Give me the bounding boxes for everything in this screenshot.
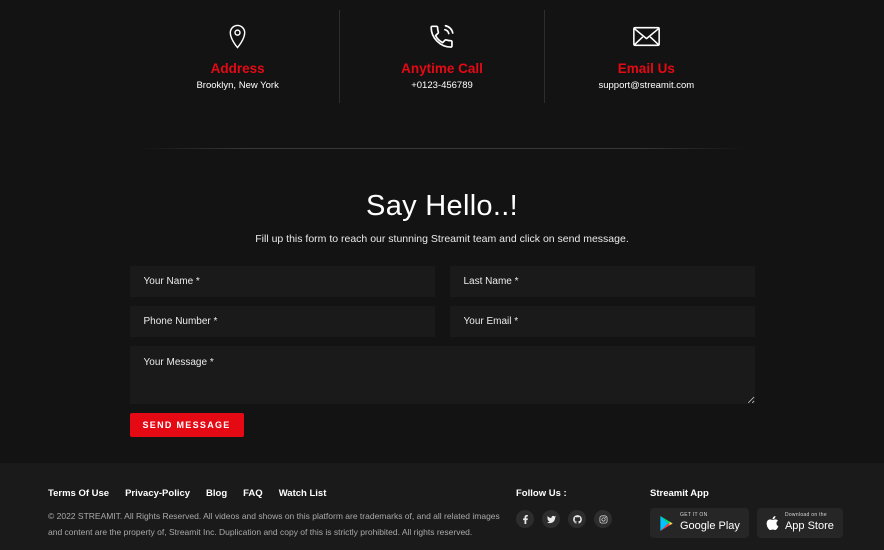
twitter-link[interactable]	[542, 510, 560, 528]
contact-title: Email Us	[545, 61, 748, 76]
footer-link-blog[interactable]: Blog	[206, 488, 227, 499]
location-pin-icon	[136, 20, 339, 52]
copyright-line: and content are the property of, Streami…	[48, 525, 500, 541]
contact-address-block: Address Brooklyn, New York	[136, 10, 339, 103]
footer-link-watchlist[interactable]: Watch List	[279, 488, 327, 499]
footer-social: Follow Us :	[516, 488, 612, 528]
contact-detail: +0123-456789	[340, 80, 543, 91]
last-name-input[interactable]	[450, 266, 755, 297]
footer-link-terms[interactable]: Terms Of Use	[48, 488, 109, 499]
contact-form: SEND MESSAGE	[130, 266, 755, 437]
contact-info-section: Address Brooklyn, New York Anytime Call …	[136, 10, 748, 103]
page-title: Say Hello..!	[0, 190, 884, 223]
first-name-input[interactable]	[130, 266, 435, 297]
footer-app: Streamit App GET IT ON Google Play	[650, 488, 843, 538]
github-icon	[573, 515, 582, 524]
contact-detail: Brooklyn, New York	[136, 80, 339, 91]
send-message-button[interactable]: SEND MESSAGE	[130, 413, 244, 437]
footer-links: Terms Of Use Privacy-Policy Blog FAQ Wat…	[48, 488, 500, 499]
facebook-icon	[521, 515, 530, 524]
streamit-app-label: Streamit App	[650, 488, 843, 499]
phone-icon	[340, 20, 543, 52]
badge-top-text: Download on the	[785, 513, 834, 519]
badge-bottom-text: App Store	[785, 520, 834, 533]
contact-title: Address	[136, 61, 339, 76]
twitter-icon	[547, 515, 556, 524]
footer-link-faq[interactable]: FAQ	[243, 488, 263, 499]
facebook-link[interactable]	[516, 510, 534, 528]
message-textarea[interactable]	[130, 346, 755, 404]
google-play-badge[interactable]: GET IT ON Google Play	[650, 508, 749, 538]
github-link[interactable]	[568, 510, 586, 528]
apple-icon	[766, 515, 779, 531]
badge-top-text: GET IT ON	[680, 513, 740, 519]
copyright-text: © 2022 STREAMIT. All Rights Reserved. Al…	[48, 509, 500, 540]
email-icon	[545, 20, 748, 52]
footer-link-privacy[interactable]: Privacy-Policy	[125, 488, 190, 499]
google-play-icon	[659, 515, 674, 532]
copyright-line: © 2022 STREAMIT. All Rights Reserved. Al…	[48, 509, 500, 525]
contact-phone-block: Anytime Call +0123-456789	[339, 10, 543, 103]
app-store-badge[interactable]: Download on the App Store	[757, 508, 843, 538]
contact-title: Anytime Call	[340, 61, 543, 76]
contact-email-block: Email Us support@streamit.com	[544, 10, 748, 103]
instagram-icon	[599, 515, 608, 524]
instagram-link[interactable]	[594, 510, 612, 528]
section-divider	[137, 148, 747, 149]
contact-detail: support@streamit.com	[545, 80, 748, 91]
badge-bottom-text: Google Play	[680, 520, 740, 533]
follow-us-label: Follow Us :	[516, 488, 612, 499]
phone-number-input[interactable]	[130, 306, 435, 337]
page-subtitle: Fill up this form to reach our stunning …	[0, 233, 884, 245]
footer: Terms Of Use Privacy-Policy Blog FAQ Wat…	[0, 463, 884, 550]
footer-left: Terms Of Use Privacy-Policy Blog FAQ Wat…	[48, 488, 500, 540]
email-input[interactable]	[450, 306, 755, 337]
